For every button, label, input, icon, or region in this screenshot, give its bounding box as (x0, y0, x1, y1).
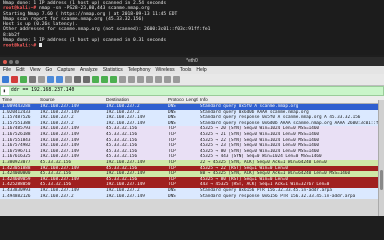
cell-dst: 192.168.237.149 (106, 193, 145, 199)
toolbar-button-icon[interactable] (137, 76, 144, 83)
toolbar-button-icon[interactable] (74, 76, 81, 83)
wireshark-window: *eth0 File Edit View Go Capture Analyze Statis… (0, 57, 384, 216)
column-header-destination[interactable]: Destination (104, 96, 166, 103)
toolbar-button-icon[interactable] (101, 76, 108, 83)
cell-info: Standard query response 0x6156 PTR 156.3… (200, 193, 356, 199)
display-filter-bar: ▮ ddr == 192.168.237.140 (0, 86, 384, 96)
toolbar-button-icon[interactable] (2, 76, 9, 83)
toolbar-button-icon[interactable] (47, 76, 54, 83)
menu-view[interactable]: View (30, 67, 41, 73)
shell-prompt: root@kali:~# (3, 6, 37, 12)
menu-telephony[interactable]: Telephony (128, 67, 151, 73)
menu-statistics[interactable]: Statistics (103, 67, 123, 73)
menu-tools[interactable]: Tools (180, 67, 192, 73)
menu-go[interactable]: Go (45, 67, 52, 73)
column-header-protocol[interactable]: Protocol (166, 96, 184, 103)
cell-len (184, 194, 198, 200)
terminal-output: Nmap done: 1 IP address (1 host up) scan… (3, 38, 167, 44)
toolbar-button-icon[interactable] (83, 76, 90, 83)
toolbar-button-icon[interactable] (119, 76, 126, 83)
toolbar-button-icon[interactable] (38, 76, 45, 83)
packet-list-scrollbar[interactable] (378, 100, 384, 216)
scrollbar-thumb[interactable] (380, 170, 383, 190)
toolbar-button-icon[interactable] (29, 76, 36, 83)
packet-row[interactable]: 1.494882126 192.168.237.2 192.168.237.149 D… (0, 193, 384, 200)
shell-prompt: root@kali:~# (3, 43, 37, 49)
menu-bar: File Edit View Go Capture Analyze Statistics Te… (0, 66, 384, 74)
terminal-cursor (38, 43, 42, 48)
column-header-source[interactable]: Source (38, 96, 104, 103)
terminal-line: root@kali:~# (3, 43, 382, 49)
display-filter-input[interactable]: ddr == 192.168.237.140 (8, 87, 383, 95)
column-header-length[interactable]: Length (184, 96, 198, 103)
bookmark-icon[interactable]: ▮ (3, 89, 6, 94)
window-titlebar: *eth0 (0, 57, 384, 66)
toolbar-button-icon[interactable] (11, 76, 18, 83)
toolbar-button-icon[interactable] (56, 76, 63, 83)
toolbar-button-icon[interactable] (92, 76, 99, 83)
cell-proto: DNS (168, 193, 176, 199)
toolbar-button-icon[interactable] (65, 76, 72, 83)
column-header-time[interactable]: Time (0, 96, 38, 103)
cell-time: 1.494882126 (2, 193, 31, 199)
toolbar-button-icon[interactable] (146, 76, 153, 83)
toolbar-button-icon[interactable] (20, 76, 27, 83)
terminal-output: Starting Nmap 7.60 ( https://nmap.org ) … (3, 11, 178, 17)
packet-list-header: TimeSourceDestinationProtocolLengthInfo (0, 96, 384, 104)
toolbar-button-icon[interactable] (155, 76, 162, 83)
terminal-pane[interactable]: Nmap done: 1 IP address (1 host up) scan… (0, 0, 384, 55)
toolbar-button-icon[interactable] (164, 76, 171, 83)
toolbar-button-icon[interactable] (173, 76, 180, 83)
terminal-output: Other addresses for scanme.nmap.org (not… (3, 27, 211, 33)
menu-capture[interactable]: Capture (57, 67, 75, 73)
window-title: *eth0 (186, 58, 198, 64)
shell-command: nmap -sn -PS28-23,80,443 scanme.nmap.org (36, 6, 150, 12)
packet-list: 1.009443288 192.168.237.149 192.168.237.2 D… (0, 104, 384, 200)
cell-src: 192.168.237.2 (40, 193, 74, 199)
menu-analyze[interactable]: Analyze (80, 67, 98, 73)
toolbar-button-icon[interactable] (110, 76, 117, 83)
main-toolbar (0, 74, 384, 86)
toolbar-button-icon[interactable] (128, 76, 135, 83)
menu-wireless[interactable]: Wireless (156, 67, 175, 73)
menu-help[interactable]: Help (196, 67, 206, 73)
column-header-info[interactable]: Info (198, 96, 384, 103)
